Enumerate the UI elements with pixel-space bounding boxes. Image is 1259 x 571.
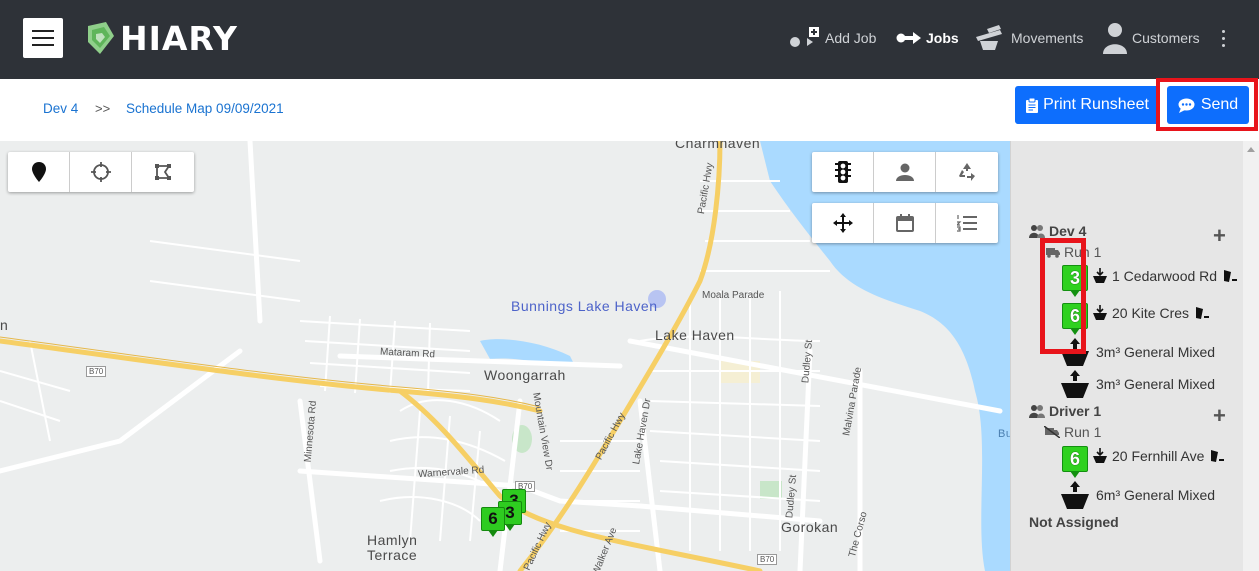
users-icon bbox=[1029, 225, 1045, 238]
nav-customers[interactable]: Customers bbox=[1102, 20, 1200, 56]
users-icon bbox=[1029, 405, 1045, 418]
nav-jobs[interactable]: Jobs bbox=[896, 20, 959, 56]
load-description: 6m³ General Mixed bbox=[1096, 487, 1216, 503]
group-header-dev-4[interactable]: Dev 4 bbox=[1029, 223, 1086, 239]
nav-jobs-label: Jobs bbox=[926, 30, 959, 46]
map-label-bu: Bu bbox=[998, 428, 1010, 440]
not-assigned-label: Not Assigned bbox=[1029, 514, 1119, 530]
map-label-charmhaven: Charmhaven bbox=[675, 141, 761, 151]
menu-button[interactable] bbox=[23, 18, 63, 58]
calendar-icon bbox=[895, 214, 914, 232]
send-button[interactable]: Send bbox=[1167, 86, 1249, 124]
bin-pickup-icon bbox=[1061, 481, 1089, 509]
drawing-toolbar bbox=[8, 152, 194, 192]
map-pin-icon bbox=[31, 162, 46, 182]
load-row[interactable]: 6m³ General Mixed bbox=[1060, 481, 1215, 509]
map-label-gorokan: Gorokan bbox=[781, 519, 839, 535]
add-job-icon bbox=[790, 27, 819, 47]
user-icon bbox=[1103, 23, 1127, 54]
truck-off-icon bbox=[1044, 426, 1060, 438]
road-shield-b70-a: B70 bbox=[86, 366, 107, 377]
stop-address: 20 Fernhill Ave bbox=[1112, 448, 1205, 464]
move-button[interactable] bbox=[812, 203, 874, 243]
send-label: Send bbox=[1200, 96, 1239, 113]
panel-scrollbar[interactable] bbox=[1243, 141, 1259, 571]
stop-row[interactable]: 1 Cedarwood Rd bbox=[1092, 268, 1238, 284]
marker-tool-button[interactable] bbox=[8, 152, 70, 192]
ordered-list-icon bbox=[957, 215, 977, 232]
list-button[interactable] bbox=[936, 203, 998, 243]
nav-movements[interactable]: Movements bbox=[975, 20, 1083, 56]
bin-drop-icon bbox=[1093, 305, 1107, 320]
clipboard-icon bbox=[1026, 97, 1039, 113]
group-header-driver-1[interactable]: Driver 1 bbox=[1029, 403, 1101, 419]
load-description: 3m³ General Mixed bbox=[1096, 376, 1216, 392]
recycle-button[interactable] bbox=[936, 152, 998, 192]
polygon-tool-button[interactable] bbox=[132, 152, 194, 192]
schedule-map[interactable]: Charmhaven Bunnings Lake Haven Lake Have… bbox=[0, 141, 1010, 571]
stop-row[interactable]: 20 Fernhill Ave bbox=[1092, 448, 1225, 464]
load-description: 3m³ General Mixed bbox=[1096, 344, 1216, 360]
map-label-lake-haven: Lake Haven bbox=[655, 327, 735, 343]
move-arrows-icon bbox=[832, 213, 853, 233]
app-logo[interactable]: HIARY bbox=[84, 18, 238, 58]
stop-pin[interactable]: 6 bbox=[1062, 446, 1088, 480]
bin-drop-icon bbox=[1093, 448, 1107, 463]
top-navbar: HIARY Add Job Jobs Movements Customers bbox=[0, 0, 1259, 79]
map-marker-label: 6 bbox=[481, 507, 505, 531]
map-label-terrace: Terrace bbox=[367, 547, 418, 563]
stop-row[interactable]: 20 Kite Cres bbox=[1092, 305, 1210, 321]
nav-add-job-label: Add Job bbox=[825, 30, 877, 46]
nav-movements-label: Movements bbox=[1011, 30, 1084, 46]
map-label-n: n bbox=[0, 317, 9, 333]
person-icon bbox=[895, 163, 914, 181]
breadcrumb-separator: >> bbox=[95, 101, 111, 116]
road-label-moala: Moala Parade bbox=[702, 290, 765, 301]
jobs-icon bbox=[896, 32, 921, 44]
breadcrumb-root-link[interactable]: Dev 4 bbox=[43, 101, 78, 116]
logo-icon bbox=[88, 22, 114, 54]
calendar-button[interactable] bbox=[874, 203, 936, 243]
bin-tip-icon bbox=[1196, 307, 1210, 319]
load-row[interactable]: 3m³ General Mixed bbox=[1060, 370, 1215, 398]
run-name: Run 1 bbox=[1064, 424, 1102, 440]
chat-icon bbox=[1178, 98, 1195, 113]
map-label-woongarrah: Woongarrah bbox=[484, 367, 566, 383]
print-runsheet-label: Print Runsheet bbox=[1043, 96, 1149, 113]
polygon-icon bbox=[155, 164, 171, 180]
map-filter-toolbar bbox=[812, 152, 998, 192]
traffic-light-icon bbox=[834, 161, 851, 183]
crosshair-icon bbox=[90, 162, 111, 182]
map-view-toolbar bbox=[812, 203, 998, 243]
group-name: Driver 1 bbox=[1049, 403, 1102, 419]
drivers-button[interactable] bbox=[874, 152, 936, 192]
add-run-button[interactable]: + bbox=[1213, 403, 1226, 429]
circle-tool-button[interactable] bbox=[70, 152, 132, 192]
more-options-icon[interactable] bbox=[1218, 20, 1228, 56]
bin-tip-icon bbox=[1224, 270, 1238, 282]
stops-highlight-box bbox=[1040, 238, 1086, 354]
map-marker[interactable]: 6 bbox=[481, 507, 505, 537]
not-assigned-group[interactable]: Not Assigned bbox=[1029, 514, 1119, 530]
movements-icon bbox=[976, 25, 1002, 50]
stop-address: 1 Cedarwood Rd bbox=[1112, 268, 1218, 284]
road-shield-b70-c: B70 bbox=[757, 554, 778, 565]
map-label-bunnings: Bunnings Lake Haven bbox=[511, 298, 658, 314]
breadcrumb-current-link[interactable]: Schedule Map 09/09/2021 bbox=[126, 101, 284, 116]
logo-text: HIARY bbox=[120, 18, 238, 58]
print-runsheet-button[interactable]: Print Runsheet bbox=[1015, 86, 1160, 124]
group-name: Dev 4 bbox=[1049, 223, 1087, 239]
bin-tip-icon bbox=[1211, 450, 1225, 462]
bin-drop-icon bbox=[1093, 268, 1107, 283]
bin-pickup-icon bbox=[1061, 370, 1089, 398]
recycle-icon bbox=[959, 163, 975, 181]
nav-customers-label: Customers bbox=[1132, 30, 1200, 46]
map-label-hamlyn: Hamlyn bbox=[367, 532, 418, 548]
nav-add-job[interactable]: Add Job bbox=[789, 20, 876, 56]
add-run-button[interactable]: + bbox=[1213, 223, 1226, 249]
run-header[interactable]: Run 1 bbox=[1044, 424, 1101, 440]
stop-address: 20 Kite Cres bbox=[1112, 305, 1190, 321]
stop-pin-label: 6 bbox=[1062, 446, 1088, 472]
traffic-button[interactable] bbox=[812, 152, 874, 192]
